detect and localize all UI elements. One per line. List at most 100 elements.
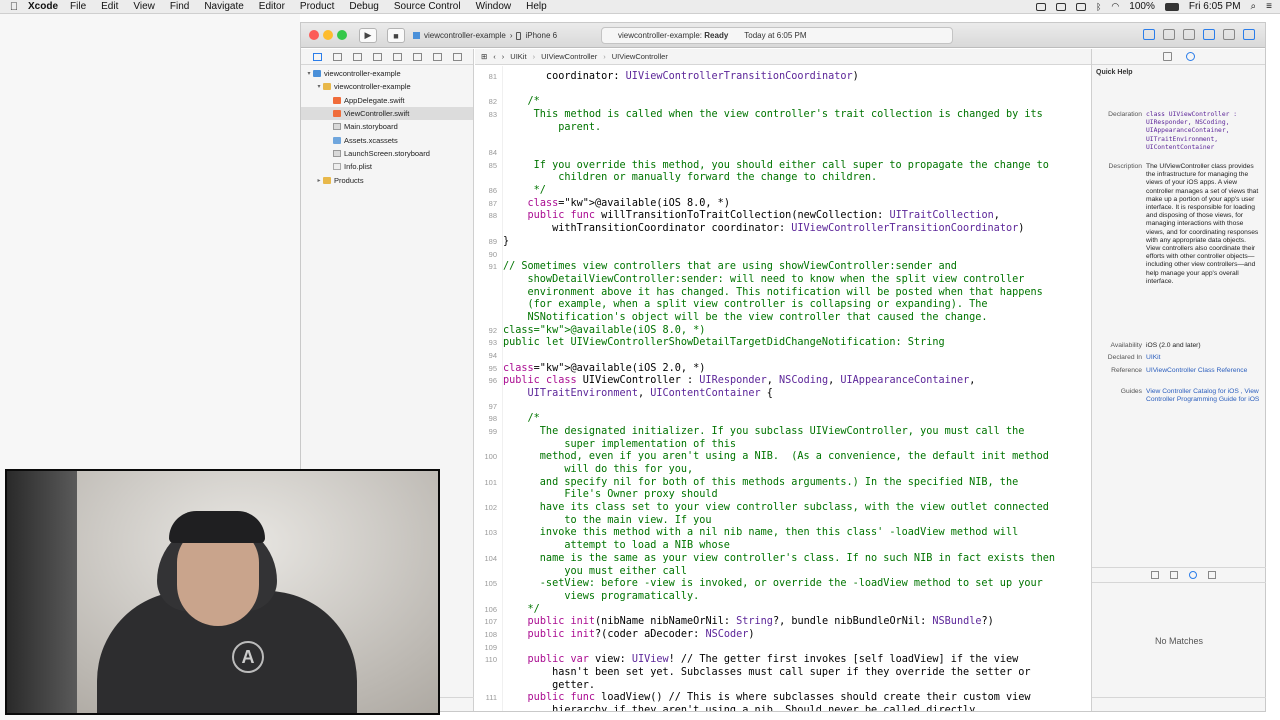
- library-filter-bar[interactable]: [1092, 697, 1266, 711]
- quick-help-value[interactable]: View Controller Catalog for iOS , View C…: [1146, 388, 1262, 404]
- code-line[interactable]: hierarchy if they aren't using a nib. Sh…: [503, 705, 981, 711]
- menu-item-editor[interactable]: Editor: [259, 1, 285, 12]
- navigator-toggle-icon[interactable]: [1203, 29, 1215, 40]
- code-line[interactable]: }: [503, 236, 509, 247]
- code-line[interactable]: coordinator: UIViewControllerTransitionC…: [503, 71, 859, 82]
- code-line[interactable]: /*: [503, 96, 540, 107]
- test-navigator-icon[interactable]: [393, 52, 402, 61]
- code-line[interactable]: public init(nibName nibNameOrNil: String…: [503, 616, 994, 627]
- report-navigator-icon[interactable]: [453, 52, 462, 61]
- navigator-item[interactable]: ▾ viewcontroller-example: [301, 80, 473, 93]
- code-line[interactable]: class="kw">@available(iOS 8.0, *): [503, 198, 730, 209]
- related-items-icon[interactable]: ⊞: [481, 52, 487, 61]
- find-navigator-icon[interactable]: [353, 52, 362, 61]
- code-snippet-library-icon[interactable]: [1170, 571, 1178, 579]
- apple-menu-icon[interactable]: : [0, 1, 28, 13]
- code-line[interactable]: (for example, when a split view controll…: [503, 299, 988, 310]
- code-line[interactable]: will do this for you,: [503, 464, 693, 475]
- menu-item-edit[interactable]: Edit: [101, 1, 118, 12]
- menu-app-name[interactable]: Xcode: [28, 1, 58, 12]
- code-line[interactable]: -setView: before -view is invoked, or ov…: [503, 578, 1043, 589]
- issue-navigator-icon[interactable]: [373, 52, 382, 61]
- menu-item-find[interactable]: Find: [170, 1, 189, 12]
- code-line[interactable]: showDetailViewController:sender: will ne…: [503, 274, 1025, 285]
- code-line[interactable]: /*: [503, 413, 540, 424]
- navigator-item[interactable]: LaunchScreen.storyboard: [301, 147, 473, 160]
- close-window-button[interactable]: [309, 30, 319, 40]
- menu-item-help[interactable]: Help: [526, 1, 547, 12]
- code-line[interactable]: */: [503, 604, 540, 615]
- menu-item-source-control[interactable]: Source Control: [394, 1, 461, 12]
- breakpoint-navigator-icon[interactable]: [433, 52, 442, 61]
- code-line[interactable]: NSNotification's object will be the view…: [503, 312, 988, 323]
- media-library-icon[interactable]: [1208, 571, 1216, 579]
- code-line[interactable]: If you override this method, you should …: [503, 160, 1049, 171]
- navigator-item[interactable]: ▸ Products: [301, 173, 473, 186]
- project-navigator-icon[interactable]: [313, 52, 322, 61]
- code-line[interactable]: environment above it has changed. This n…: [503, 287, 1043, 298]
- back-arrow-icon[interactable]: ‹: [493, 52, 496, 61]
- time-machine-icon[interactable]: [1076, 2, 1087, 11]
- source-editor[interactable]: 81 coordinator: UIViewControllerTransiti…: [475, 66, 1091, 711]
- stop-button[interactable]: ■: [387, 28, 405, 43]
- navigator-item[interactable]: AppDelegate.swift: [301, 94, 473, 107]
- symbol-navigator-icon[interactable]: [333, 52, 342, 61]
- breadcrumb-item[interactable]: UIViewController: [541, 52, 597, 61]
- menu-item-view[interactable]: View: [133, 1, 155, 12]
- wifi-icon[interactable]: ◠: [1111, 1, 1119, 12]
- code-line[interactable]: parent.: [503, 122, 601, 133]
- spotlight-icon[interactable]: ⌕: [1251, 1, 1257, 12]
- file-template-library-icon[interactable]: [1151, 571, 1159, 579]
- code-line[interactable]: This method is called when the view cont…: [503, 109, 1043, 120]
- code-line[interactable]: hasn't been set yet. Subclasses must cal…: [503, 667, 1030, 678]
- object-library-icon[interactable]: [1189, 571, 1197, 579]
- quick-help-icon[interactable]: [1185, 52, 1195, 61]
- code-line[interactable]: class="kw">@available(iOS 2.0, *): [503, 363, 705, 374]
- menu-item-debug[interactable]: Debug: [349, 1, 378, 12]
- code-line[interactable]: have its class set to your view controll…: [503, 502, 1049, 513]
- disclosure-triangle-icon[interactable]: ▸: [315, 177, 323, 184]
- minimize-window-button[interactable]: [323, 30, 333, 40]
- code-line[interactable]: public class UIViewController : UIRespon…: [503, 375, 975, 386]
- code-line[interactable]: public init?(coder aDecoder: NSCoder): [503, 629, 755, 640]
- debug-area-toggle-icon[interactable]: [1223, 29, 1235, 40]
- navigator-item[interactable]: ▾ viewcontroller-example: [301, 67, 473, 80]
- utilities-toggle-icon[interactable]: [1243, 29, 1255, 40]
- code-line[interactable]: children or manually forward the change …: [503, 172, 877, 183]
- disclosure-triangle-icon[interactable]: ▾: [315, 83, 323, 90]
- file-inspector-icon[interactable]: [1162, 52, 1172, 61]
- code-line[interactable]: public let UIViewControllerShowDetailTar…: [503, 337, 945, 348]
- quick-help-value[interactable]: UIViewController Class Reference: [1146, 367, 1262, 375]
- version-editor-icon[interactable]: [1183, 29, 1195, 40]
- code-line[interactable]: public func willTransitionToTraitCollect…: [503, 210, 1000, 221]
- zoom-window-button[interactable]: [337, 30, 347, 40]
- code-line[interactable]: File's Owner proxy should: [503, 489, 717, 500]
- code-line[interactable]: you must either call: [503, 566, 687, 577]
- menu-item-window[interactable]: Window: [476, 1, 512, 12]
- battery-icon[interactable]: [1164, 2, 1179, 11]
- navigator-item[interactable]: ViewController.swift: [301, 106, 473, 121]
- code-line[interactable]: views programatically.: [503, 591, 699, 602]
- navigator-item[interactable]: Info.plist: [301, 160, 473, 173]
- run-button[interactable]: ▶: [359, 28, 377, 43]
- code-line[interactable]: // Sometimes view controllers that are u…: [503, 261, 957, 272]
- display-icon[interactable]: [1036, 2, 1047, 11]
- scheme-selector[interactable]: viewcontroller-example › iPhone 6: [413, 28, 557, 43]
- code-line[interactable]: getter.: [503, 680, 595, 691]
- assistant-editor-icon[interactable]: [1163, 29, 1175, 40]
- code-line[interactable]: name is the same as your view controller…: [503, 553, 1055, 564]
- bluetooth-icon[interactable]: ᛒ: [1096, 2, 1101, 12]
- code-line[interactable]: class="kw">@available(iOS 8.0, *): [503, 325, 705, 336]
- code-line[interactable]: attempt to load a NIB whose: [503, 540, 730, 551]
- menu-item-navigate[interactable]: Navigate: [204, 1, 243, 12]
- code-line[interactable]: to the main view. If you: [503, 515, 711, 526]
- airplay-icon[interactable]: [1056, 2, 1067, 11]
- code-line[interactable]: The designated initializer. If you subcl…: [503, 426, 1025, 437]
- code-line[interactable]: UITraitEnvironment, UIContentContainer {: [503, 388, 773, 399]
- code-line[interactable]: invoke this method with a nil nib name, …: [503, 527, 1018, 538]
- code-line[interactable]: and specify nil for both of this methods…: [503, 477, 1018, 488]
- menu-item-file[interactable]: File: [70, 1, 86, 12]
- code-line[interactable]: */: [503, 185, 546, 196]
- disclosure-triangle-icon[interactable]: ▾: [305, 70, 313, 77]
- quick-help-value[interactable]: UIKit: [1146, 354, 1262, 362]
